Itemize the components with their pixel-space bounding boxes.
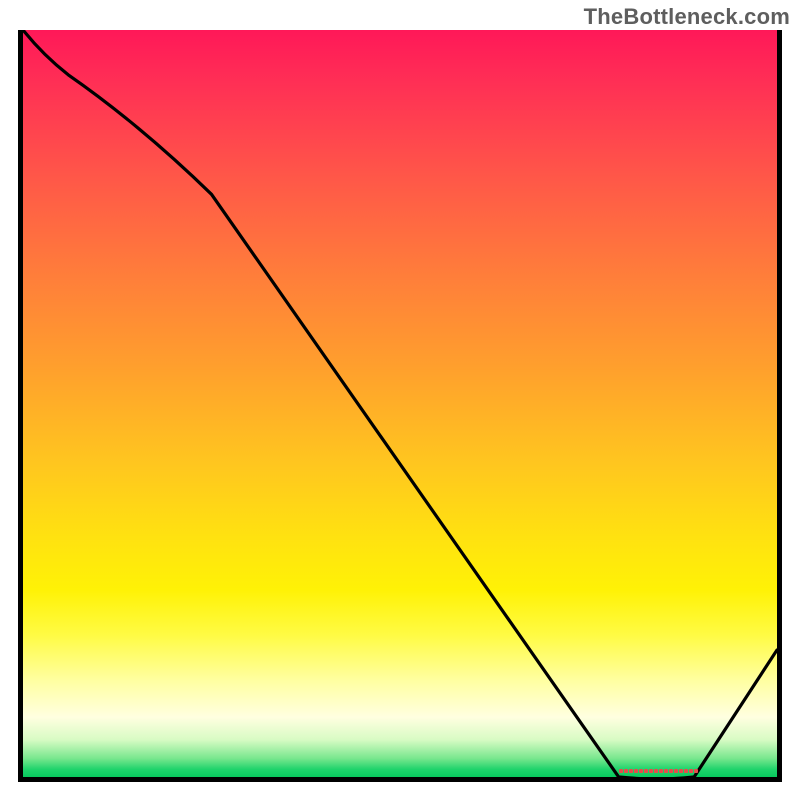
plot-area [18,30,782,782]
bottleneck-curve [23,30,777,777]
attribution-text: TheBottleneck.com [584,4,790,30]
chart-frame: TheBottleneck.com [0,0,800,800]
curve-path [23,30,777,777]
